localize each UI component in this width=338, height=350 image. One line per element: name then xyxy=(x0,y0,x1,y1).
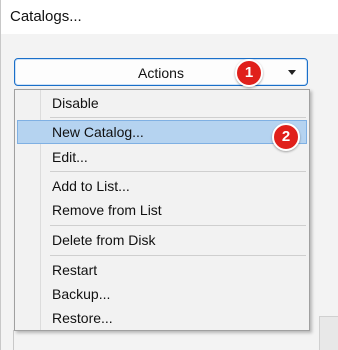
actions-label: Actions xyxy=(138,65,184,81)
actions-dropdown-button[interactable]: Actions xyxy=(14,58,308,86)
side-panel-edge xyxy=(319,316,338,350)
menu-item-disable[interactable]: Disable xyxy=(17,91,307,115)
menu-item-restore[interactable]: Restore... xyxy=(17,306,307,330)
chevron-down-icon xyxy=(288,70,296,75)
menu-item-remove-from-list[interactable]: Remove from List xyxy=(17,198,307,222)
title-bar: Catalogs... xyxy=(1,0,338,34)
window-title: Catalogs... xyxy=(10,8,82,25)
menu-separator xyxy=(50,117,306,118)
menu-separator xyxy=(50,171,306,172)
step-badge-2: 2 xyxy=(272,123,300,151)
menu-separator xyxy=(50,225,306,226)
menu-item-label: Delete from Disk xyxy=(52,232,156,248)
menu-item-edit[interactable]: Edit... xyxy=(17,145,307,169)
menu-item-backup[interactable]: Backup... xyxy=(17,282,307,306)
menu-item-label: Disable xyxy=(52,95,99,111)
menu-item-label: Add to List... xyxy=(52,178,130,194)
actions-menu: Disable New Catalog... Edit... Add to Li… xyxy=(14,89,310,331)
step-badge-1: 1 xyxy=(235,59,263,87)
catalogs-window: Catalogs... Actions Disable New Catalog.… xyxy=(0,0,338,350)
menu-separator xyxy=(50,255,306,256)
menu-item-label: New Catalog... xyxy=(52,124,144,140)
menu-item-label: Edit... xyxy=(52,149,88,165)
menu-item-new-catalog[interactable]: New Catalog... xyxy=(17,120,307,144)
menu-item-label: Remove from List xyxy=(52,202,162,218)
menu-item-add-to-list[interactable]: Add to List... xyxy=(17,174,307,198)
menu-item-restart[interactable]: Restart xyxy=(17,258,307,282)
menu-item-label: Restore... xyxy=(52,310,113,326)
menu-item-label: Restart xyxy=(52,262,98,278)
menu-item-delete-from-disk[interactable]: Delete from Disk xyxy=(17,228,307,252)
list-frame-edge xyxy=(13,330,14,350)
menu-item-label: Backup... xyxy=(52,286,111,302)
